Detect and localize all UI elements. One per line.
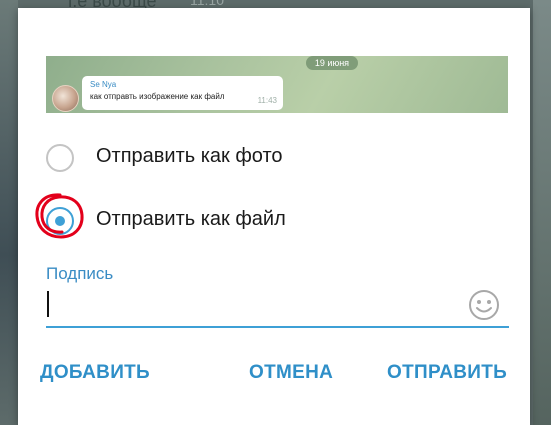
radio-button-file[interactable] bbox=[46, 207, 74, 235]
smiley-face-icon[interactable] bbox=[467, 288, 501, 322]
message-preview: 19 июня Se Nya как отправть изображение … bbox=[46, 56, 508, 113]
message-text: как отправть изображение как файл bbox=[90, 92, 225, 101]
cancel-button[interactable]: ОТМЕНА bbox=[249, 362, 333, 384]
date-badge: 19 июня bbox=[306, 56, 358, 70]
send-button[interactable]: ОТПРАВИТЬ bbox=[387, 362, 507, 384]
radio-selected-dot bbox=[55, 216, 65, 226]
radio-button-photo[interactable] bbox=[46, 144, 74, 172]
message-bubble: Se Nya как отправть изображение как файл… bbox=[82, 76, 283, 110]
send-file-dialog: 19 июня Se Nya как отправть изображение … bbox=[18, 8, 530, 425]
option-label-photo: Отправить как фото bbox=[96, 145, 283, 167]
text-caret bbox=[47, 291, 49, 317]
caption-input[interactable] bbox=[52, 290, 456, 320]
add-button[interactable]: ДОБАВИТЬ bbox=[40, 362, 150, 384]
option-label-file: Отправить как файл bbox=[96, 208, 286, 230]
caption-field[interactable] bbox=[46, 286, 509, 328]
message-time: 11:43 bbox=[257, 96, 277, 105]
option-send-as-file[interactable]: Отправить как файл bbox=[35, 193, 466, 243]
background-chat-right bbox=[533, 0, 551, 425]
option-send-as-photo[interactable]: Отправить как фото bbox=[46, 140, 466, 180]
background-message-time: 11:10 bbox=[190, 0, 224, 8]
message-sender: Se Nya bbox=[90, 80, 117, 89]
caption-label: Подпись bbox=[46, 264, 114, 283]
background-chat-left bbox=[0, 0, 18, 425]
avatar bbox=[52, 85, 79, 112]
